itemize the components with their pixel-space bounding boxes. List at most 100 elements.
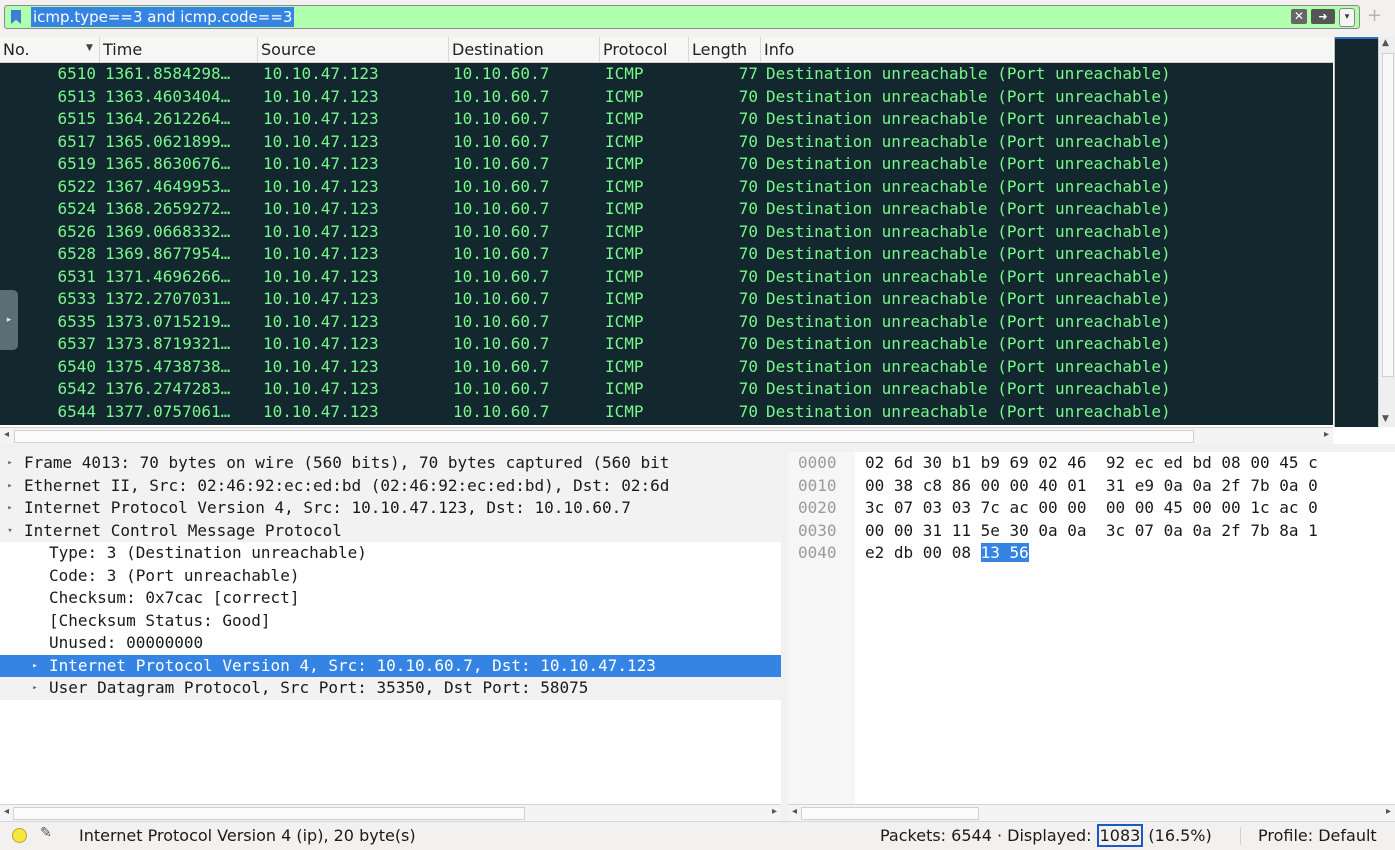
column-header-no[interactable]: No. ▼: [0, 37, 100, 62]
expand-arrow-icon[interactable]: ▸: [4, 475, 16, 498]
bytes-row[interactable]: 0010 00 38 c8 86 00 00 40 01 31 e9 0a 0a …: [788, 475, 1395, 498]
expert-info-icon[interactable]: [12, 828, 27, 843]
details-tree-item-label: User Datagram Protocol, Src Port: 35350,…: [49, 678, 589, 697]
details-horizontal-scrollbar[interactable]: ◂ ▸: [0, 804, 781, 821]
display-filter-input[interactable]: icmp.type==3 and icmp.code==3 ✕ ➜ ▾: [4, 5, 1360, 29]
packet-cell-len: 70: [738, 86, 758, 106]
byte-offset: 0010: [798, 475, 837, 495]
column-header-protocol[interactable]: Protocol: [600, 37, 689, 62]
hex-bytes: 3c 07 03 03 7c ac 00 00 00 00 45 00 00 1…: [865, 498, 1318, 517]
details-tree-item-label: Internet Protocol Version 4, Src: 10.10.…: [24, 498, 631, 517]
byte-offset: 0040: [798, 543, 837, 562]
details-tree-item[interactable]: ▸ Internet Protocol Version 4, Src: 10.10…: [0, 497, 783, 520]
packet-row[interactable]: 6540 1375.4738738… 10.10.47.123 10.10.60.7 I…: [0, 356, 1333, 379]
bytes-row[interactable]: 0030 00 00 31 11 5e 30 0a 0a 3c 07 0a 0a …: [788, 520, 1395, 543]
packet-cell-len: 70: [738, 199, 758, 218]
packet-cell-dst: 10.10.60.7: [453, 176, 550, 196]
packet-cell-dst: 10.10.60.7: [453, 289, 550, 308]
profile-switcher[interactable]: Profile: Default: [1258, 826, 1377, 846]
packet-cell-no: 6517: [57, 131, 96, 151]
packet-cell-proto: ICMP: [605, 221, 644, 241]
scroll-thumb[interactable]: [13, 807, 525, 820]
bytes-horizontal-scrollbar[interactable]: ◂ ▸: [788, 804, 1395, 821]
packet-cell-src: 10.10.47.123: [263, 86, 379, 106]
details-tree-item[interactable]: Checksum: 0x7cac [correct]: [0, 587, 808, 610]
details-tree-item[interactable]: ▸ Frame 4013: 70 bytes on wire (560 bits)…: [0, 452, 783, 475]
packet-row[interactable]: 6513 1363.4603404… 10.10.47.123 10.10.60.7 I…: [0, 86, 1333, 109]
packet-row[interactable]: 6522 1367.4649953… 10.10.47.123 10.10.60.7 I…: [0, 176, 1333, 199]
scroll-thumb[interactable]: [801, 807, 979, 820]
packet-row[interactable]: 6542 1376.2747283… 10.10.47.123 10.10.60.7 I…: [0, 378, 1333, 401]
details-tree-item[interactable]: Type: 3 (Destination unreachable): [0, 542, 808, 565]
details-tree-item[interactable]: ▸ Ethernet II, Src: 02:46:92:ec:ed:bd (02…: [0, 474, 783, 498]
packet-cell-src: 10.10.47.123: [263, 379, 379, 398]
packet-cell-no: 6535: [57, 311, 96, 331]
packet-list-vertical-scrollbar[interactable]: ▲ ▼: [1378, 37, 1395, 427]
column-header-destination[interactable]: Destination: [449, 37, 600, 62]
scroll-thumb[interactable]: [1382, 53, 1394, 377]
column-header-length[interactable]: Length: [689, 37, 761, 62]
clear-filter-icon[interactable]: ✕: [1291, 9, 1307, 24]
expand-arrow-icon[interactable]: ▸: [29, 655, 41, 678]
scroll-up-icon[interactable]: ▲: [1382, 38, 1389, 48]
bytes-row[interactable]: 0020 3c 07 03 03 7c ac 00 00 00 00 45 00 …: [788, 497, 1395, 520]
status-separator: [1240, 827, 1241, 845]
sidebar-expand-handle[interactable]: ▸: [0, 290, 18, 350]
packet-cell-proto: ICMP: [605, 109, 644, 128]
packet-cell-time: 1369.8677954…: [105, 244, 231, 263]
packet-cell-len: 70: [738, 109, 758, 128]
packet-row[interactable]: 6535 1373.0715219… 10.10.47.123 10.10.60.7 I…: [0, 311, 1333, 334]
hex-bytes: 02 6d 30 b1 b9 69 02 46 92 ec ed bd 08 0…: [865, 453, 1318, 472]
scroll-thumb[interactable]: [14, 430, 1194, 443]
packet-row[interactable]: 6531 1371.4696266… 10.10.47.123 10.10.60.7 I…: [0, 266, 1333, 289]
scroll-right-icon[interactable]: ▸: [1324, 429, 1329, 440]
packet-row[interactable]: 6537 1373.8719321… 10.10.47.123 10.10.60.7 I…: [0, 333, 1333, 356]
details-tree-item-selected[interactable]: ▸ Internet Protocol Version 4, Src: 10.10…: [0, 654, 808, 678]
packet-row[interactable]: 6544 1377.0757061… 10.10.47.123 10.10.60.7 I…: [0, 401, 1333, 424]
filter-history-dropdown[interactable]: ▾: [1339, 8, 1355, 27]
details-tree-item[interactable]: ▸ User Datagram Protocol, Src Port: 35350…: [0, 677, 808, 700]
scroll-right-icon[interactable]: ▸: [1386, 806, 1391, 817]
expand-arrow-icon[interactable]: ▸: [4, 452, 16, 475]
column-header-source[interactable]: Source: [258, 37, 449, 62]
scroll-left-icon[interactable]: ◂: [792, 806, 797, 817]
scroll-left-icon[interactable]: ◂: [4, 429, 9, 440]
apply-filter-icon[interactable]: ➜: [1311, 9, 1335, 24]
bytes-row[interactable]: 0040 e2 db 00 08 13 56: [788, 542, 1395, 565]
packet-row[interactable]: 6510 1361.8584298… 10.10.47.123 10.10.60.7 I…: [0, 63, 1333, 86]
details-tree-item[interactable]: ▾ Internet Control Message Protocol: [0, 519, 783, 543]
packet-row[interactable]: 6515 1364.2612264… 10.10.47.123 10.10.60.7 I…: [0, 108, 1333, 131]
scroll-left-icon[interactable]: ◂: [4, 806, 9, 817]
packet-cell-len: 77: [738, 64, 758, 83]
column-header-info[interactable]: Info: [761, 37, 1333, 62]
packet-row[interactable]: 6533 1372.2707031… 10.10.47.123 10.10.60.7 I…: [0, 288, 1333, 311]
edit-comment-icon[interactable]: ✎: [40, 825, 52, 841]
details-tree-item[interactable]: Code: 3 (Port unreachable): [0, 565, 808, 588]
packet-row[interactable]: 6517 1365.0621899… 10.10.47.123 10.10.60.7 I…: [0, 131, 1333, 154]
pane-splitter-vertical[interactable]: [781, 452, 788, 821]
bytes-row[interactable]: 0000 02 6d 30 b1 b9 69 02 46 92 ec ed bd …: [788, 452, 1395, 475]
packet-cell-time: 1377.0757061…: [105, 401, 231, 421]
packet-cell-len: 70: [738, 244, 758, 263]
expand-arrow-icon[interactable]: ▸: [4, 497, 16, 520]
packet-list-horizontal-scrollbar[interactable]: ◂ ▸: [0, 427, 1333, 444]
details-tree-item[interactable]: [Checksum Status: Good]: [0, 610, 808, 633]
details-tree-item-label: Code: 3 (Port unreachable): [49, 565, 300, 585]
packet-row[interactable]: 6528 1369.8677954… 10.10.47.123 10.10.60.7 I…: [0, 243, 1333, 266]
details-tree-item-label: Internet Control Message Protocol: [24, 520, 342, 540]
details-tree-item[interactable]: Unused: 00000000: [0, 632, 808, 655]
packet-list-minimap[interactable]: [1334, 37, 1379, 427]
column-header-time[interactable]: Time: [100, 37, 258, 62]
collapse-arrow-icon[interactable]: ▾: [4, 520, 16, 543]
scroll-down-icon[interactable]: ▼: [1382, 414, 1389, 424]
expand-arrow-icon[interactable]: ▸: [29, 677, 41, 700]
add-filter-button[interactable]: +: [1367, 6, 1382, 26]
packet-row[interactable]: 6519 1365.8630676… 10.10.47.123 10.10.60.7 I…: [0, 153, 1333, 176]
filter-expression-text[interactable]: icmp.type==3 and icmp.code==3: [31, 7, 295, 27]
filter-bookmark-icon[interactable]: [11, 10, 21, 24]
packet-cell-dst: 10.10.60.7: [453, 311, 550, 331]
packet-row[interactable]: 6526 1369.0668332… 10.10.47.123 10.10.60.7 I…: [0, 221, 1333, 244]
scroll-right-icon[interactable]: ▸: [772, 806, 777, 817]
pane-splitter-horizontal[interactable]: [0, 444, 1395, 452]
packet-row[interactable]: 6524 1368.2659272… 10.10.47.123 10.10.60.7 I…: [0, 198, 1333, 221]
